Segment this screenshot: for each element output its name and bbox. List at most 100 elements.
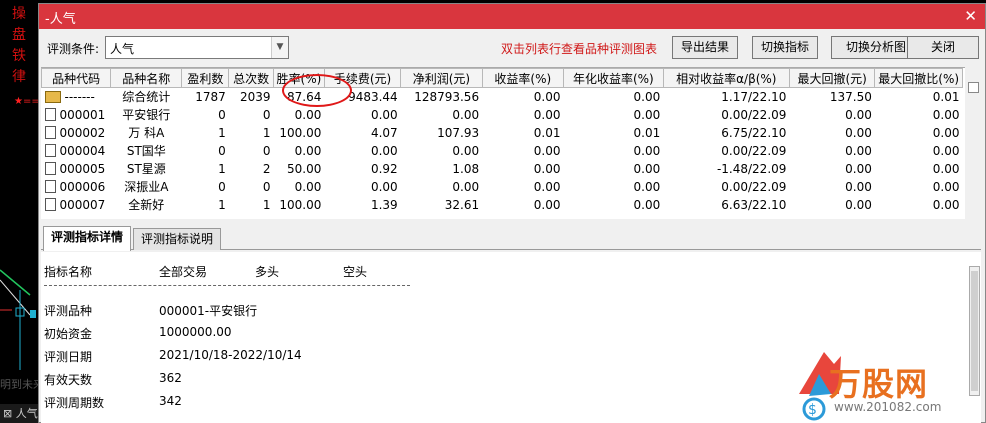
detail-label: 评测品种 [44, 304, 93, 318]
table-row[interactable]: 000005 ST星源 1 2 50.00 0.92 1.08 0.00 0.00 -1.48/2… [42, 160, 963, 178]
chevron-down-icon[interactable]: ▼ [271, 37, 288, 58]
column-header[interactable]: 总次数 [228, 68, 274, 88]
cell-fee: 1.39 [370, 197, 398, 212]
cell-rate: 100.00 [279, 125, 322, 140]
cell-win: 0 [218, 179, 226, 194]
table-row[interactable]: 000002 万 科A 1 1 100.00 4.07 107.93 0.01 0.01 6.75… [42, 124, 963, 142]
document-icon [44, 125, 56, 139]
column-header[interactable]: 净利润(元) [400, 68, 483, 88]
condition-value: 人气 [110, 42, 135, 56]
cell-maxdd: 0.00 [845, 107, 872, 122]
cell-code-text: 000005 [59, 161, 106, 176]
cell-maxddr: 0.01 [932, 89, 960, 104]
cell-fee: 0.00 [370, 107, 398, 122]
cell-name: ST星源 [126, 162, 166, 176]
cell-rate: 100.00 [279, 197, 322, 212]
condition-select[interactable]: 人气 ▼ [105, 36, 289, 59]
cell-rate: 0.00 [294, 143, 322, 158]
cell-fee: 9483.44 [348, 89, 398, 104]
document-icon [44, 161, 56, 175]
cell-ret: 0.00 [533, 161, 561, 176]
cell-profit: 1.08 [452, 161, 480, 176]
brand-url: www.201082.com [834, 400, 942, 414]
cell-relative: 1.17/22.10 [721, 89, 787, 104]
results-table: 品种代码 品种名称 盈利数 总次数 胜率(%) 手续费(元) 净利润(元) 收益… [41, 68, 963, 214]
cell-total: 0 [262, 143, 271, 158]
star-marker: ★== [14, 96, 38, 107]
cell-maxddr: 0.00 [932, 125, 960, 140]
cell-code: ------- [42, 88, 111, 106]
column-header[interactable]: 盈利数 [181, 68, 230, 88]
cell-fee: 4.07 [370, 125, 398, 140]
tab-indicator-details[interactable]: 评测指标详情 [43, 226, 132, 251]
cell-annual: 0.01 [633, 125, 661, 140]
background-bottom-tab[interactable]: ⊠ 人气 [0, 404, 38, 423]
cell-code-text: 000004 [59, 143, 106, 158]
detail-header-short: 空头 [343, 265, 368, 279]
cell-win: 0 [218, 107, 226, 122]
table-row[interactable]: 000006 深振业A 0 0 0.00 0.00 0.00 0.00 0.00 0.00/22.… [42, 178, 963, 196]
detail-label: 评测周期数 [44, 396, 105, 410]
cell-ret: 0.00 [533, 197, 561, 212]
summary-folder-icon [44, 90, 61, 103]
close-button[interactable]: 关闭 [907, 36, 979, 59]
detail-header-name: 指标名称 [44, 265, 93, 279]
cell-code: 000005 [42, 160, 111, 178]
cell-code-text: 000001 [59, 107, 106, 122]
table-row[interactable]: 000007 全新好 1 1 100.00 1.39 32.61 0.00 0.00 6.63/2… [42, 196, 963, 214]
cell-profit: 107.93 [437, 125, 480, 140]
table-row[interactable]: 000004 ST国华 0 0 0.00 0.00 0.00 0.00 0.00 0.00/22.… [42, 142, 963, 160]
column-header[interactable]: 胜率(%) [273, 68, 325, 88]
cell-profit: 128793.56 [414, 89, 480, 104]
column-header[interactable]: 收益率(%) [481, 68, 565, 88]
close-icon[interactable]: ✕ [964, 7, 977, 25]
cell-total: 2039 [239, 89, 271, 104]
detail-value: 362 [159, 371, 182, 385]
export-results-button[interactable]: 导出结果 [672, 36, 738, 59]
cell-rate: 0.00 [294, 179, 322, 194]
vertical-char: 铁 [12, 48, 26, 64]
cell-total: 2 [262, 161, 271, 176]
detail-value: 1000000.00 [159, 325, 232, 339]
background-ghost-text: 明到未来 [0, 378, 38, 391]
cell-annual: 0.00 [633, 107, 661, 122]
cell-code-text: 000002 [59, 125, 106, 140]
cell-code-text: 000006 [59, 179, 106, 194]
cell-relative: 0.00/22.09 [721, 107, 787, 122]
column-header[interactable]: 品种名称 [110, 68, 183, 88]
document-icon [44, 179, 56, 193]
cell-total: 0 [262, 179, 271, 194]
table-scroll-indicator[interactable] [968, 82, 979, 93]
cell-maxdd: 0.00 [845, 143, 872, 158]
cell-win: 1 [218, 125, 226, 140]
cell-name: ST国华 [126, 144, 166, 158]
cell-code: 000004 [42, 142, 111, 160]
cell-rate: 50.00 [287, 161, 322, 176]
cell-maxddr: 0.00 [932, 161, 960, 176]
cell-relative: 0.00/22.09 [721, 179, 787, 194]
cell-relative: 0.00/22.09 [721, 143, 787, 158]
table-row[interactable]: ------- 综合统计 1787 2039 87.64 9483.44 128793.56… [42, 88, 963, 106]
column-header[interactable]: 最大回撤(元) [788, 68, 876, 88]
cell-maxdd: 0.00 [845, 161, 872, 176]
column-header[interactable]: 最大回撤比(%) [874, 68, 963, 88]
cell-annual: 0.00 [633, 179, 661, 194]
table-row[interactable]: 000001 平安银行 0 0 0.00 0.00 0.00 0.00 0.00 0.00/22.… [42, 106, 963, 124]
column-header[interactable]: 品种代码 [41, 68, 112, 88]
document-icon [44, 197, 56, 211]
cell-maxdd: 0.00 [845, 179, 872, 194]
tab-indicator-description[interactable]: 评测指标说明 [133, 228, 222, 250]
switch-indicator-button[interactable]: 切换指标 [752, 36, 818, 59]
cell-name: 万 科A [128, 126, 165, 140]
column-header[interactable]: 手续费(元) [323, 68, 402, 88]
detail-label: 评测日期 [44, 350, 93, 364]
separator-line [44, 285, 410, 286]
condition-label: 评测条件: [47, 42, 100, 56]
cell-fee: 0.00 [370, 179, 398, 194]
column-header[interactable]: 年化收益率(%) [563, 68, 664, 88]
hint-text: 双击列表行查看品种评测图表 [501, 42, 658, 56]
cell-win: 1787 [195, 89, 226, 104]
column-header[interactable]: 相对收益率α/β(%) [662, 68, 790, 88]
detail-label: 初始资金 [44, 327, 93, 341]
cell-maxdd: 137.50 [829, 89, 872, 104]
